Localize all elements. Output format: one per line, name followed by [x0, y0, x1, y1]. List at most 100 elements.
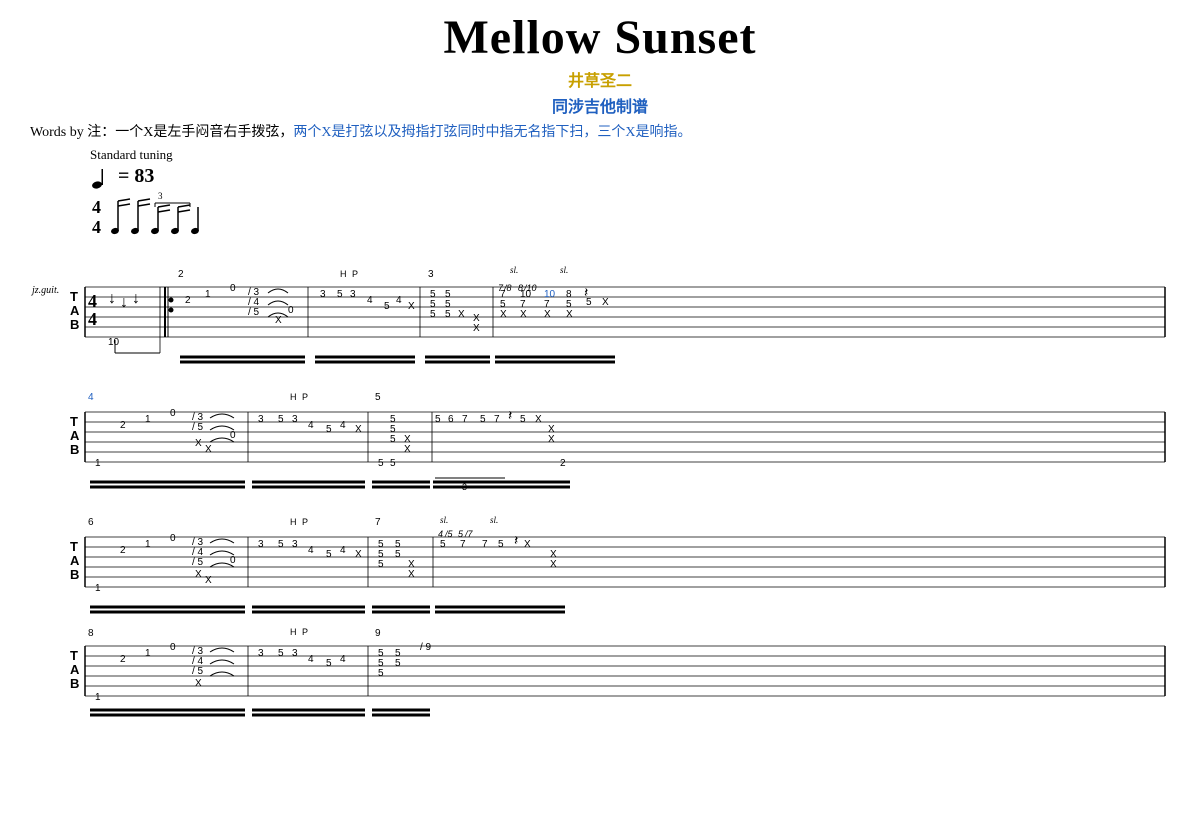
svg-text:X: X	[275, 315, 282, 326]
song-title: Mellow Sunset	[30, 10, 1170, 65]
svg-text:B: B	[70, 676, 79, 691]
svg-text:2: 2	[120, 654, 126, 665]
svg-text:5: 5	[458, 529, 464, 539]
svg-text:7: 7	[494, 414, 500, 425]
svg-text:5: 5	[378, 559, 384, 570]
svg-text:3: 3	[320, 289, 326, 300]
svg-text:4: 4	[92, 217, 101, 237]
svg-text:8: 8	[88, 628, 94, 639]
svg-text:4: 4	[438, 529, 443, 539]
svg-text:6: 6	[88, 517, 94, 528]
svg-text:/ 5: / 5	[192, 422, 204, 433]
svg-text:5: 5	[378, 668, 384, 679]
svg-text:5: 5	[440, 539, 446, 550]
svg-text:T: T	[70, 414, 78, 429]
svg-text:𝄽: 𝄽	[514, 532, 518, 548]
rhythm-svg: 4 4 3	[90, 191, 210, 241]
svg-text:4: 4	[88, 291, 97, 311]
svg-text:X: X	[195, 438, 202, 449]
svg-text:2: 2	[185, 295, 191, 306]
svg-text:X: X	[520, 309, 527, 320]
svg-text:𝄽: 𝄽	[508, 407, 512, 423]
svg-text:0: 0	[230, 283, 236, 294]
svg-text:P: P	[352, 269, 358, 279]
svg-text:X: X	[205, 444, 212, 455]
svg-text:2: 2	[560, 458, 566, 469]
svg-text:X: X	[524, 539, 531, 550]
svg-text:B: B	[70, 317, 79, 332]
svg-text:3: 3	[350, 289, 356, 300]
svg-text:5: 5	[278, 648, 284, 659]
notation-area: jz.guit. T A B 4 4 ↓ ↓ ↓ 10	[30, 245, 1170, 720]
svg-text:T: T	[70, 289, 78, 304]
svg-text:/ 5: / 5	[192, 557, 204, 568]
svg-text:sl.: sl.	[560, 265, 568, 275]
svg-text:X: X	[355, 424, 362, 435]
svg-text:X: X	[408, 569, 415, 580]
svg-text:X: X	[535, 414, 542, 425]
svg-text:5: 5	[435, 414, 441, 425]
svg-text:T: T	[70, 648, 78, 663]
svg-text:7: 7	[482, 539, 488, 550]
svg-text:X: X	[355, 549, 362, 560]
svg-text:X: X	[205, 575, 212, 586]
page: Mellow Sunset 井草圣二 同涉吉他制谱 Words by 注：一个X…	[0, 0, 1200, 730]
svg-text:4: 4	[308, 654, 314, 665]
svg-text:sl.: sl.	[490, 515, 498, 525]
svg-text:↓: ↓	[120, 294, 128, 311]
svg-text:10: 10	[108, 337, 120, 348]
svg-text:3: 3	[428, 269, 434, 280]
svg-text:X: X	[195, 569, 202, 580]
tempo-value: = 83	[118, 165, 154, 188]
svg-text:3: 3	[292, 539, 298, 550]
svg-text:3: 3	[258, 414, 264, 425]
svg-text:4: 4	[340, 545, 346, 556]
svg-text:X: X	[566, 309, 573, 320]
svg-text:5: 5	[375, 392, 381, 403]
svg-text:/ 5: / 5	[248, 307, 260, 318]
svg-text:5: 5	[278, 414, 284, 425]
svg-text:4: 4	[88, 392, 94, 403]
svg-text:5: 5	[378, 458, 384, 469]
svg-text:A: A	[70, 662, 80, 677]
svg-text:5: 5	[395, 549, 401, 560]
svg-text:X: X	[404, 444, 411, 455]
svg-text:/5: /5	[444, 529, 454, 539]
staff-row-1: jz.guit. T A B 4 4 ↓ ↓ ↓ 10	[30, 245, 1170, 370]
svg-text:4: 4	[340, 420, 346, 431]
transcriber-cn: 同涉吉他制谱	[30, 93, 1170, 117]
svg-text:5: 5	[445, 309, 451, 320]
svg-text:6: 6	[448, 414, 454, 425]
svg-text:5: 5	[326, 549, 332, 560]
svg-text:0: 0	[230, 430, 236, 441]
svg-text:5: 5	[498, 539, 504, 550]
svg-text:/ 5: / 5	[192, 666, 204, 677]
svg-text:5: 5	[586, 297, 592, 308]
svg-text:4: 4	[396, 295, 402, 306]
svg-text:X: X	[408, 301, 415, 312]
svg-text:4: 4	[92, 197, 101, 217]
svg-text:X: X	[473, 323, 480, 334]
svg-text:9: 9	[375, 628, 381, 639]
svg-text:X: X	[195, 678, 202, 689]
svg-text:4: 4	[308, 420, 314, 431]
svg-text:X: X	[550, 559, 557, 570]
svg-text:↓: ↓	[132, 290, 140, 307]
svg-text:2: 2	[120, 420, 126, 431]
svg-text:3: 3	[258, 648, 264, 659]
svg-text:7: 7	[462, 414, 468, 425]
svg-text:sl.: sl.	[440, 515, 448, 525]
svg-text:A: A	[70, 428, 80, 443]
svg-text:5: 5	[384, 301, 390, 312]
tuning-label: Standard tuning	[90, 147, 1170, 163]
svg-text:1: 1	[145, 648, 151, 659]
svg-text:H: H	[290, 392, 297, 402]
svg-text:2: 2	[120, 545, 126, 556]
svg-text:0: 0	[170, 408, 176, 419]
svg-text:sl.: sl.	[510, 265, 518, 275]
svg-text:5: 5	[390, 458, 396, 469]
svg-text:5: 5	[278, 539, 284, 550]
svg-text:T: T	[70, 539, 78, 554]
svg-text:A: A	[70, 553, 80, 568]
svg-text:3: 3	[158, 191, 163, 201]
